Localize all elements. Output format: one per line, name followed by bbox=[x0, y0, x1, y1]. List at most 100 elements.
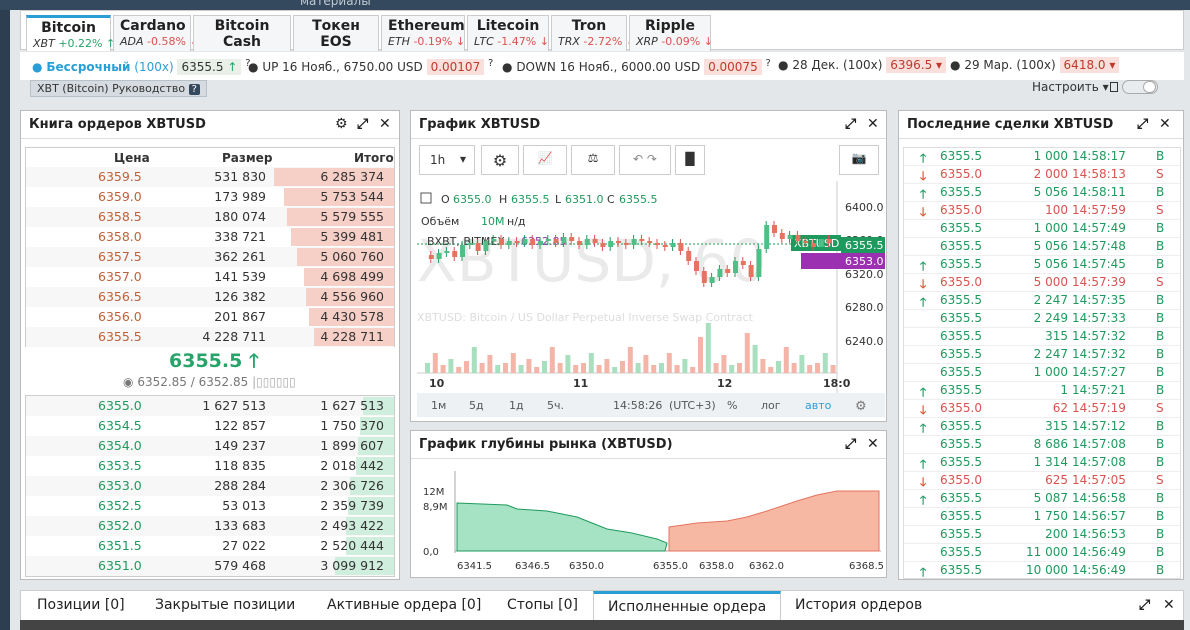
pct-button[interactable]: % bbox=[727, 399, 737, 412]
help-icon[interactable]: ? bbox=[488, 58, 493, 69]
settings-dropdown[interactable]: Настроить ▾ bbox=[1032, 80, 1109, 94]
ask-row[interactable]: 6358.0 338 721 5 399 481 bbox=[26, 227, 394, 247]
camera-icon[interactable]: 📷 bbox=[839, 145, 879, 175]
ask-row[interactable]: 6359.5 531 830 6 285 374 bbox=[26, 167, 394, 187]
candle bbox=[670, 243, 676, 247]
bid-row[interactable]: 6352.5 53 013 2 359 739 bbox=[26, 496, 394, 516]
trade-time: 14:58:11 bbox=[1072, 185, 1126, 199]
price-cell: 6359.5 bbox=[98, 169, 142, 184]
expand-icon[interactable]: ⤢ bbox=[1137, 116, 1148, 132]
candle bbox=[561, 237, 567, 243]
top-bar bbox=[0, 0, 1190, 10]
interval-select[interactable]: 1h ▾ bbox=[419, 145, 475, 175]
gear-icon[interactable]: ⚙ bbox=[335, 116, 348, 132]
bid-row[interactable]: 6354.5 122 857 1 750 370 bbox=[26, 416, 394, 436]
help-icon[interactable]: ? bbox=[766, 58, 771, 69]
bottom-tab[interactable]: Закрытые позиции bbox=[155, 597, 295, 613]
log-button[interactable]: лог bbox=[761, 399, 781, 412]
coin-tab-trx[interactable]: TronTRX -2.72% ↓ bbox=[551, 15, 635, 51]
depth-chart[interactable]: 12M 8,9M 0,0 6341.5 6346.5 6350.0 6355.0 6358.0… bbox=[417, 471, 885, 575]
expand-icon[interactable]: ⤢ bbox=[845, 436, 856, 452]
instrument-bar: ● Бессрочный (100x) 6355.5 ↑ ? ● UP 16 Н… bbox=[20, 52, 1184, 80]
trade-time: 14:57:45 bbox=[1072, 257, 1126, 271]
volume-bar bbox=[737, 363, 742, 373]
instrument-up[interactable]: ● UP 16 Нояб., 6750.00 USD 0.00107 ? bbox=[248, 58, 493, 75]
depth-x-tick: 6350.0 bbox=[569, 561, 604, 572]
coin-tab-ada[interactable]: CardanoADA -0.58% ↓ bbox=[113, 15, 199, 51]
compare-icon[interactable]: ⚖ bbox=[571, 145, 615, 175]
trade-price: 6355.5 bbox=[940, 149, 982, 163]
volume-bar bbox=[495, 365, 501, 373]
gear-icon[interactable]: ⚙ bbox=[855, 399, 867, 414]
candle bbox=[452, 251, 458, 257]
bid-row[interactable]: 6351.5 27 022 2 520 444 bbox=[26, 536, 394, 556]
arrow-down-icon: ↓ bbox=[452, 35, 466, 48]
bottom-tab[interactable]: Позиции [0] bbox=[37, 597, 125, 613]
trade-time: 14:56:49 bbox=[1072, 545, 1126, 559]
volume-bar bbox=[627, 347, 633, 373]
ask-row[interactable]: 6355.5 4 228 711 4 228 711 bbox=[26, 327, 394, 347]
bid-row[interactable]: 6355.0 1 627 513 1 627 513 bbox=[26, 396, 394, 416]
expand-icon[interactable]: ⤢ bbox=[357, 116, 368, 132]
bar-chart-icon[interactable]: ▐▌ bbox=[675, 145, 705, 175]
coin-tab-eth[interactable]: Ethereum ETH -0.19% ↓ bbox=[381, 15, 465, 51]
bid-row[interactable]: 6354.0 149 237 1 899 607 bbox=[26, 436, 394, 456]
total-cell: 1 627 513 bbox=[320, 398, 384, 413]
ask-row[interactable]: 6357.5 362 261 5 060 760 bbox=[26, 247, 394, 267]
instrument-mar[interactable]: ● 29 Мар. (100x) 6418.0 ▾ bbox=[950, 57, 1120, 73]
volume-bar bbox=[721, 355, 727, 373]
bid-row[interactable]: 6353.5 118 835 2 018 442 bbox=[26, 456, 394, 476]
close-icon[interactable]: ✕ bbox=[379, 116, 391, 132]
bid-row[interactable]: 6352.0 133 683 2 493 422 bbox=[26, 516, 394, 536]
volume-bar bbox=[510, 353, 516, 373]
instrument-dec[interactable]: ● 28 Дек. (100x) 6396.5 ▾ bbox=[778, 57, 947, 73]
layout-icon[interactable] bbox=[1110, 82, 1118, 92]
coin-name: Litecoin bbox=[476, 18, 540, 34]
close-icon[interactable]: ✕ bbox=[867, 436, 879, 452]
indicators-icon[interactable]: 📈 bbox=[523, 145, 567, 175]
range-button[interactable]: 1м bbox=[431, 399, 446, 412]
range-button[interactable]: 1д bbox=[509, 399, 524, 412]
size-cell: 180 074 bbox=[214, 209, 266, 224]
expand-icon[interactable]: ⤢ bbox=[1139, 597, 1150, 613]
ask-row[interactable]: 6357.0 141 539 4 698 499 bbox=[26, 267, 394, 287]
coin-tab-eos[interactable]: Токен EOSEOS +0.37% ↑ bbox=[293, 15, 383, 64]
trade-row: 6355.5 2 249 14:57:33 B bbox=[904, 310, 1180, 328]
close-icon[interactable]: ✕ bbox=[1163, 597, 1175, 613]
trade-row: 🡑 6355.5 5 056 14:58:11 B bbox=[904, 184, 1180, 202]
trade-time: 14:56:49 bbox=[1072, 563, 1126, 577]
bottom-tab[interactable]: Стопы [0] bbox=[507, 597, 578, 613]
instrument-perp[interactable]: ● Бессрочный (100x) 6355.5 ↑ ? bbox=[32, 58, 251, 75]
bottom-tab[interactable]: Активные ордера [0] bbox=[327, 597, 481, 613]
guide-button[interactable]: XBT (Bitcoin) Руководство ? bbox=[30, 80, 207, 97]
bid-row[interactable]: 6351.0 579 468 3 099 912 bbox=[26, 556, 394, 576]
coin-tab-ltc[interactable]: Litecoin LTC -1.47% ↓ bbox=[467, 15, 549, 51]
depth-x-tick: 6341.5 bbox=[457, 561, 492, 572]
price-chart[interactable]: XBTUSD, 60XBTUSD: Bitcoin / US Dollar Pe… bbox=[417, 181, 885, 417]
candle bbox=[717, 269, 723, 277]
theme-toggle[interactable] bbox=[1122, 80, 1158, 94]
dot-icon: ● bbox=[32, 60, 43, 74]
close-icon[interactable]: ✕ bbox=[867, 116, 879, 132]
range-button[interactable]: 5д bbox=[469, 399, 484, 412]
trade-time: 14:56:53 bbox=[1072, 527, 1126, 541]
ask-row[interactable]: 6356.5 126 382 4 556 960 bbox=[26, 287, 394, 307]
gear-icon[interactable]: ⚙ bbox=[481, 145, 519, 175]
bottom-tab[interactable]: История ордеров bbox=[795, 597, 922, 613]
coin-tab-xbt[interactable]: Bitcoin XBT +0.22% ↑ bbox=[26, 15, 115, 51]
coin-tab-bch[interactable]: Bitcoin CashBCH -10.16% ↓ bbox=[193, 15, 291, 64]
ask-row[interactable]: 6359.0 173 989 5 753 544 bbox=[26, 187, 394, 207]
expand-icon[interactable]: ⤢ bbox=[845, 116, 856, 132]
bottom-tab[interactable]: Исполненные ордера bbox=[593, 591, 782, 623]
ask-row[interactable]: 6356.0 201 867 4 430 578 bbox=[26, 307, 394, 327]
trade-size: 1 314 bbox=[1033, 455, 1068, 469]
undo-redo-icon[interactable]: ↶ ↷ bbox=[619, 145, 671, 175]
close-icon[interactable]: ✕ bbox=[1159, 116, 1171, 132]
range-button[interactable]: 5ч. bbox=[547, 399, 564, 412]
bid-row[interactable]: 6353.0 288 284 2 306 726 bbox=[26, 476, 394, 496]
instrument-down[interactable]: ● DOWN 16 Нояб., 6000.00 USD 0.00075 ? bbox=[502, 58, 771, 75]
ask-row[interactable]: 6358.5 180 074 5 579 555 bbox=[26, 207, 394, 227]
coin-tab-xrp[interactable]: Ripple XRP -0.09% ↓ bbox=[629, 15, 713, 51]
auto-button[interactable]: авто bbox=[805, 399, 832, 412]
price-cell: 6351.0 bbox=[98, 558, 142, 573]
